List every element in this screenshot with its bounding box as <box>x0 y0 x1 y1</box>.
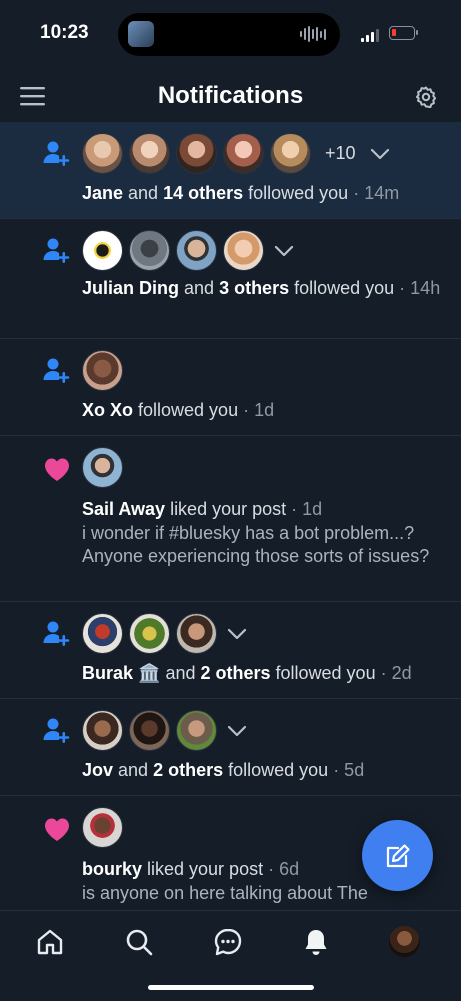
home-icon[interactable] <box>35 927 65 957</box>
avatar[interactable] <box>129 230 170 271</box>
compose-button[interactable] <box>362 820 433 891</box>
person-plus-icon <box>43 358 70 383</box>
avatar[interactable] <box>82 350 123 391</box>
timestamp: · 14h <box>394 278 441 298</box>
chevron-down-icon[interactable] <box>227 627 247 641</box>
avatar[interactable] <box>270 133 311 174</box>
avatar[interactable] <box>176 710 217 751</box>
actor-name[interactable]: Jane <box>82 183 123 203</box>
avatar[interactable] <box>82 613 123 654</box>
notification-text: Julian Ding and 3 others followed you · … <box>82 278 441 298</box>
person-plus-icon <box>43 718 70 743</box>
notification-text: Sail Away liked your post · 1d <box>82 499 323 519</box>
dynamic-island[interactable] <box>118 13 340 56</box>
avatar[interactable] <box>129 613 170 654</box>
search-icon[interactable] <box>124 927 154 957</box>
pencil-icon <box>386 844 410 868</box>
actor-name[interactable]: Sail Away <box>82 499 165 519</box>
actor-name[interactable]: Xo Xo <box>82 400 133 420</box>
chevron-down-icon[interactable] <box>227 724 247 738</box>
avatar[interactable] <box>223 133 264 174</box>
status-bar: 10:23 <box>0 0 461 70</box>
avatar-stack: +10 <box>82 133 390 174</box>
avatar[interactable] <box>176 230 217 271</box>
more-avatars-count[interactable]: +10 <box>325 143 356 164</box>
person-plus-icon <box>43 621 70 646</box>
battery-icon <box>389 26 418 40</box>
avatar-stack <box>82 447 129 488</box>
notification-item[interactable]: Burak 🏛️ and 2 others followed you · 2d <box>0 602 461 699</box>
post-preview[interactable]: i wonder if #bluesky has a bot problem..… <box>82 522 431 568</box>
avatar-stack <box>82 710 247 751</box>
notification-item[interactable]: Sail Away liked your post · 1d i wonder … <box>0 436 461 602</box>
timestamp: · 14m <box>348 183 400 203</box>
avatar[interactable] <box>82 447 123 488</box>
page-title: Notifications <box>157 82 304 109</box>
others-count[interactable]: 2 others <box>153 760 223 780</box>
timestamp: · 1d <box>238 400 275 420</box>
timestamp: · 2d <box>375 663 412 683</box>
avatar-stack <box>82 807 129 848</box>
notification-item[interactable]: Jov and 2 others followed you · 5d <box>0 699 461 796</box>
audio-wave-icon <box>300 26 326 42</box>
notification-item[interactable]: +10 Jane and 14 others followed you · 14… <box>0 122 461 219</box>
gear-icon <box>415 86 437 109</box>
settings-button[interactable] <box>414 85 438 109</box>
avatar[interactable] <box>129 133 170 174</box>
others-count[interactable]: 3 others <box>219 278 289 298</box>
avatar[interactable] <box>82 807 123 848</box>
app-thumbnail-icon <box>128 21 154 47</box>
home-indicator <box>148 985 314 990</box>
avatar-stack <box>82 230 294 271</box>
avatar[interactable] <box>82 710 123 751</box>
avatar[interactable] <box>82 133 123 174</box>
heart-icon <box>45 458 69 481</box>
actor-name[interactable]: Jov <box>82 760 113 780</box>
timestamp: · 5d <box>328 760 365 780</box>
actor-name[interactable]: Julian Ding <box>82 278 179 298</box>
avatar-stack <box>82 613 247 654</box>
chevron-down-icon[interactable] <box>274 244 294 258</box>
chat-icon[interactable] <box>213 927 243 957</box>
notification-text: Burak 🏛️ and 2 others followed you · 2d <box>82 663 412 683</box>
avatar[interactable] <box>129 710 170 751</box>
notification-text: Jane and 14 others followed you · 14m <box>82 183 400 203</box>
avatar[interactable] <box>223 230 264 271</box>
notifications-header: Notifications <box>0 70 461 123</box>
actor-name[interactable]: bourky <box>82 859 142 879</box>
others-count[interactable]: 14 others <box>163 183 243 203</box>
avatar[interactable] <box>176 613 217 654</box>
notification-text: Jov and 2 others followed you · 5d <box>82 760 365 780</box>
actor-name[interactable]: Burak 🏛️ <box>82 663 160 683</box>
person-plus-icon <box>43 141 70 166</box>
person-plus-icon <box>43 238 70 263</box>
profile-avatar[interactable] <box>389 926 420 957</box>
notification-item[interactable]: Xo Xo followed you · 1d <box>0 339 461 436</box>
cellular-signal-icon <box>361 28 379 42</box>
timestamp: · 6d <box>263 859 300 879</box>
chevron-down-icon[interactable] <box>370 147 390 161</box>
avatar[interactable] <box>82 230 123 271</box>
notification-item[interactable]: Julian Ding and 3 others followed you · … <box>0 219 461 339</box>
status-time: 10:23 <box>40 22 89 43</box>
heart-icon <box>45 818 69 841</box>
avatar[interactable] <box>176 133 217 174</box>
bell-icon[interactable] <box>301 927 331 957</box>
avatar-stack <box>82 350 129 391</box>
timestamp: · 1d <box>286 499 323 519</box>
others-count[interactable]: 2 others <box>200 663 270 683</box>
notifications-feed[interactable]: +10 Jane and 14 others followed you · 14… <box>0 122 461 910</box>
notification-text: Xo Xo followed you · 1d <box>82 400 275 420</box>
